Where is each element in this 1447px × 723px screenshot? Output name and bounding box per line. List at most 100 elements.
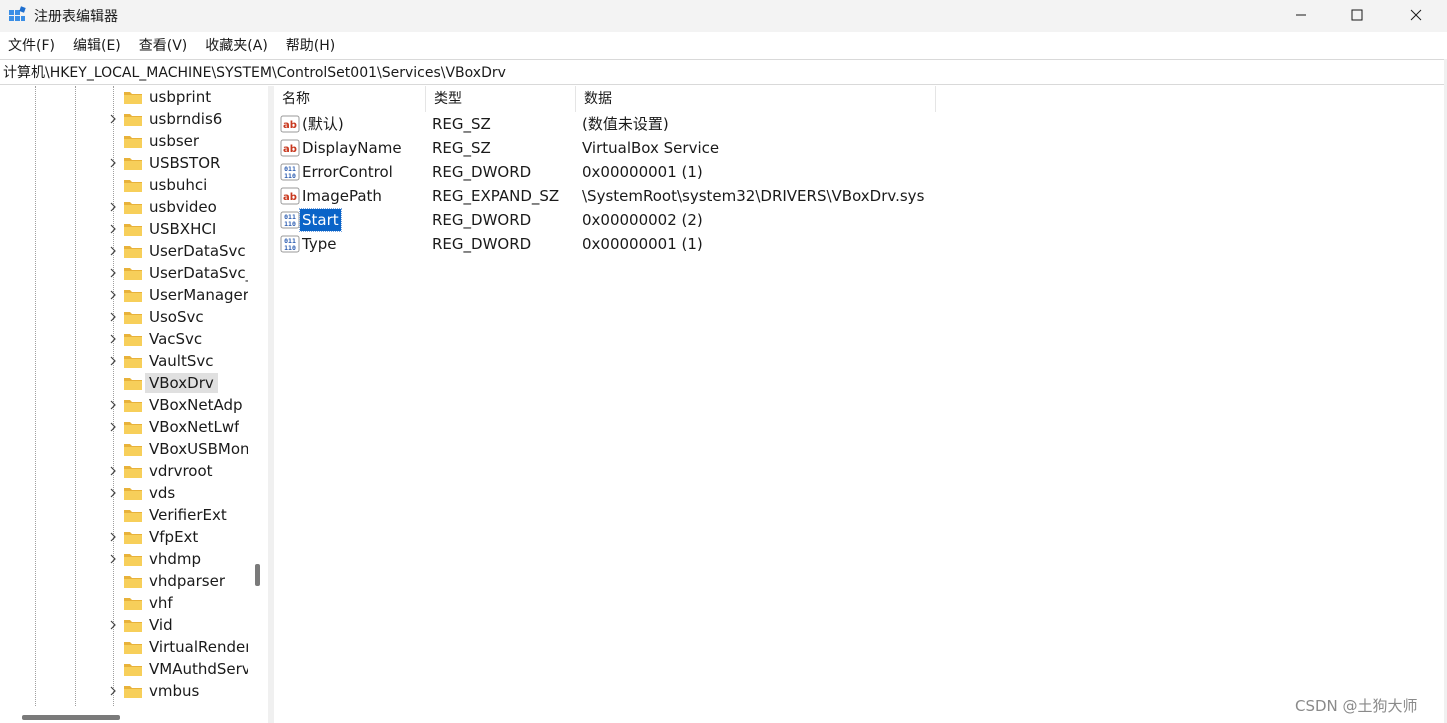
tree-item[interactable]: VerifierExt xyxy=(106,504,251,526)
tree-item-label: usbser xyxy=(149,132,200,150)
tree-item-label: vhf xyxy=(149,594,173,612)
tree-guide-line xyxy=(35,86,36,706)
address-input[interactable] xyxy=(3,62,1433,82)
value-name: Type xyxy=(302,235,337,253)
chevron-right-icon[interactable] xyxy=(108,334,118,344)
chevron-right-icon[interactable] xyxy=(108,224,118,234)
value-row[interactable]: ab (默认) REG_SZ (数值未设置) xyxy=(274,112,974,136)
folder-icon xyxy=(124,400,142,412)
menu-edit[interactable]: 编辑(E) xyxy=(64,34,130,58)
tree-item[interactable]: VfpExt xyxy=(106,526,251,548)
tree-item[interactable]: usbuhci xyxy=(106,174,251,196)
tree-item-label: vdrvroot xyxy=(149,462,213,480)
chevron-right-icon[interactable] xyxy=(108,202,118,212)
folder-icon xyxy=(124,378,142,390)
tree-item[interactable]: VaultSvc xyxy=(106,350,251,372)
tree-horizontal-scroll-thumb[interactable] xyxy=(22,715,120,720)
folder-icon xyxy=(124,510,142,522)
tree-item[interactable]: VBoxDrv xyxy=(106,372,251,394)
chevron-right-icon[interactable] xyxy=(108,158,118,168)
minimize-button[interactable] xyxy=(1272,0,1330,30)
value-data: 0x00000001 (1) xyxy=(582,235,703,253)
tree-item[interactable]: usbprint xyxy=(106,86,251,108)
svg-text:110: 110 xyxy=(284,244,296,252)
chevron-right-icon[interactable] xyxy=(108,400,118,410)
chevron-right-icon[interactable] xyxy=(108,312,118,322)
folder-icon xyxy=(124,246,142,258)
value-row[interactable]: 011 110 Start REG_DWORD 0x00000002 (2) xyxy=(274,208,974,232)
tree-item[interactable]: VMAuthdServ xyxy=(106,658,251,680)
tree-item[interactable]: VacSvc xyxy=(106,328,251,350)
tree-item[interactable]: VirtualRender xyxy=(106,636,251,658)
tree-item[interactable]: UserManager xyxy=(106,284,251,306)
tree-item[interactable]: UserDataSvc_ xyxy=(106,262,253,284)
chevron-right-icon[interactable] xyxy=(108,554,118,564)
menu-favorites[interactable]: 收藏夹(A) xyxy=(196,34,277,58)
tree-item[interactable]: usbrndis6 xyxy=(106,108,251,130)
folder-icon xyxy=(124,466,142,478)
chevron-right-icon[interactable] xyxy=(108,620,118,630)
tree-item[interactable]: Vid xyxy=(106,614,251,636)
tree-item-label: vds xyxy=(149,484,176,502)
svg-text:ab: ab xyxy=(283,120,297,131)
chevron-right-icon[interactable] xyxy=(108,268,118,278)
tree-item-label: vmbus xyxy=(149,682,200,700)
tree-item[interactable]: vhdparser xyxy=(106,570,251,592)
tree-item[interactable]: vdrvroot xyxy=(106,460,251,482)
menu-bar: 文件(F) 编辑(E) 查看(V) 收藏夹(A) 帮助(H) xyxy=(0,34,1447,58)
tree-item[interactable]: USBXHCI xyxy=(106,218,251,240)
tree-item[interactable]: vds xyxy=(106,482,251,504)
chevron-right-icon[interactable] xyxy=(108,532,118,542)
tree-vertical-scroll-thumb[interactable] xyxy=(255,564,260,586)
chevron-right-icon[interactable] xyxy=(108,686,118,696)
folder-icon xyxy=(124,136,142,148)
value-row[interactable]: ab ImagePath REG_EXPAND_SZ \SystemRoot\syst… xyxy=(274,184,974,208)
string-value-icon: ab xyxy=(280,139,300,157)
close-button[interactable] xyxy=(1387,0,1445,30)
tree-item[interactable]: vmbus xyxy=(106,680,251,702)
folder-icon xyxy=(124,312,142,324)
folder-icon xyxy=(124,598,142,610)
maximize-button[interactable] xyxy=(1328,0,1386,30)
column-header-data[interactable]: 数据 xyxy=(576,86,936,112)
chevron-right-icon[interactable] xyxy=(108,356,118,366)
tree-item-label: VBoxNetAdp xyxy=(149,396,243,414)
chevron-right-icon[interactable] xyxy=(108,488,118,498)
tree-item[interactable]: VBoxNetAdp xyxy=(106,394,251,416)
value-row[interactable]: 011 110 ErrorControl REG_DWORD 0x00000001 (1… xyxy=(274,160,974,184)
value-row[interactable]: ab DisplayName REG_SZ VirtualBox Service xyxy=(274,136,974,160)
chevron-right-icon[interactable] xyxy=(108,290,118,300)
tree-item[interactable]: VBoxUSBMon xyxy=(106,438,251,460)
column-header-type[interactable]: 类型 xyxy=(426,86,576,112)
string-value-icon: ab xyxy=(280,115,300,133)
tree-item[interactable]: UserDataSvc xyxy=(106,240,251,262)
folder-icon xyxy=(124,268,142,280)
value-row[interactable]: 011 110 Type REG_DWORD 0x00000001 (1) xyxy=(274,232,974,256)
column-header-name[interactable]: 名称 xyxy=(274,86,426,112)
folder-icon xyxy=(124,422,142,434)
folder-icon xyxy=(124,620,142,632)
tree-item[interactable]: USBSTOR xyxy=(106,152,251,174)
folder-icon xyxy=(124,92,142,104)
value-type: REG_DWORD xyxy=(432,163,532,181)
chevron-right-icon[interactable] xyxy=(108,466,118,476)
chevron-right-icon[interactable] xyxy=(108,246,118,256)
tree-item-label: VfpExt xyxy=(149,528,199,546)
menu-view[interactable]: 查看(V) xyxy=(130,34,197,58)
tree-item[interactable]: vhf xyxy=(106,592,251,614)
folder-icon xyxy=(124,532,142,544)
tree-vertical-scrollbar[interactable] xyxy=(248,86,266,706)
menu-help[interactable]: 帮助(H) xyxy=(277,34,344,58)
chevron-right-icon[interactable] xyxy=(108,114,118,124)
address-bar xyxy=(0,59,1444,85)
tree-item[interactable]: VBoxNetLwf xyxy=(106,416,251,438)
tree-item[interactable]: vhdmp xyxy=(106,548,251,570)
menu-file[interactable]: 文件(F) xyxy=(0,34,64,58)
folder-icon xyxy=(124,158,142,170)
tree-item[interactable]: usbvideo xyxy=(106,196,251,218)
tree-item[interactable]: UsoSvc xyxy=(106,306,251,328)
chevron-right-icon[interactable] xyxy=(108,422,118,432)
tree-item[interactable]: usbser xyxy=(106,130,251,152)
value-type: REG_SZ xyxy=(432,139,491,157)
value-name: ImagePath xyxy=(302,187,382,205)
